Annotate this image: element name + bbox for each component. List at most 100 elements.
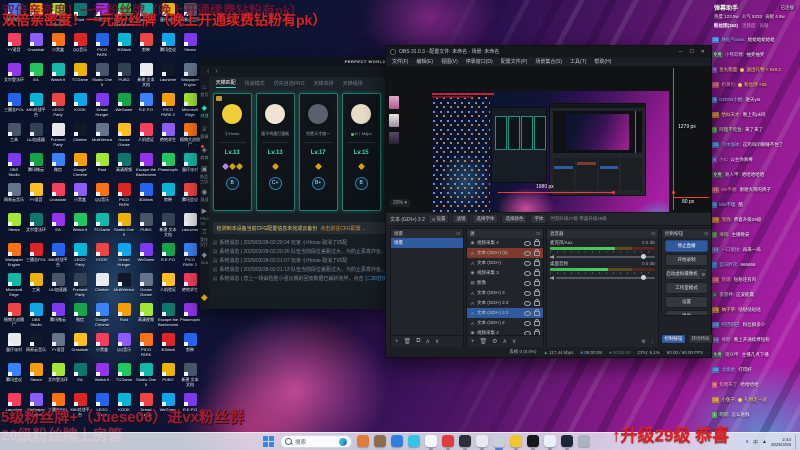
chat-tab[interactable]: 活跃度: [742, 23, 756, 29]
taskbar-app-obs[interactable]: [527, 435, 539, 450]
desktop-icon[interactable]: OBS Studio: [4, 153, 24, 177]
lock-icon[interactable]: [534, 238, 540, 246]
desktop-icon[interactable]: PICO PARK: [114, 183, 134, 207]
nav-back-button[interactable]: ‹: [207, 68, 209, 75]
menu-item[interactable]: 文件(F): [392, 58, 408, 65]
desktop-icon[interactable]: Microsoft Edge: [4, 273, 24, 297]
menu-item[interactable]: 视图(V): [441, 58, 458, 65]
guide-handle-1[interactable]: [612, 191, 615, 194]
player-card[interactable]: M丨Major Lv.15 B: [341, 93, 381, 211]
menu-item[interactable]: 工具(T): [570, 58, 586, 65]
desktop-icon[interactable]: Climber: [92, 273, 112, 297]
desktop-icon[interactable]: Google Chrome: [70, 153, 90, 177]
desktop-icon[interactable]: QQ音乐: [92, 183, 112, 207]
scene-up-button[interactable]: ∧: [425, 338, 429, 345]
remove-source-button[interactable]: 🗑: [480, 338, 488, 345]
menu-item[interactable]: 停靠窗口(D): [466, 58, 493, 65]
desktop-icon[interactable]: Crosshair: [48, 183, 68, 207]
mode-tab[interactable]: 天梯单排: [314, 80, 334, 87]
source-toolbar-button[interactable]: 滤镜: [452, 214, 470, 224]
source-item[interactable]: ▨ 图像: [467, 278, 543, 288]
desktop-icon[interactable]: YY语音: [4, 33, 24, 57]
source-item[interactable]: A 文本 (GDI+): [467, 258, 543, 268]
desktop-icon[interactable]: Steam: [26, 363, 46, 387]
desktop-icon[interactable]: 新建 文本文档: [136, 63, 156, 87]
desktop-icon[interactable]: MultiVersus: [92, 123, 112, 147]
desktop-icon[interactable]: PICO PARK 2: [158, 93, 178, 117]
visibility-eye-icon[interactable]: [524, 300, 531, 306]
desktop-icon[interactable]: Launcher: [180, 213, 200, 237]
source-toolbar-button[interactable]: 字体: [530, 214, 548, 224]
desktop-icon[interactable]: Google Chrome: [92, 303, 112, 327]
lock-icon[interactable]: [534, 298, 540, 306]
visibility-eye-icon[interactable]: [524, 280, 531, 286]
desktop-icon[interactable]: PUBG: [114, 63, 134, 87]
remove-scene-button[interactable]: 🗑: [404, 338, 412, 345]
panel-pin-icon[interactable]: ⊡: [651, 231, 655, 237]
source-toolbar-button[interactable]: 选择颜色: [501, 214, 528, 224]
source-toolbar-button[interactable]: ⚙ 设置: [427, 214, 450, 224]
menu-item[interactable]: 配置文件(P): [501, 58, 528, 65]
taskbar-app-cs2[interactable]: [493, 435, 505, 450]
sidebar-item-赛事[interactable]: ♕ 赛事: [200, 122, 209, 143]
desktop-icon[interactable]: 微信: [48, 153, 68, 177]
volume-slider[interactable]: [550, 275, 655, 280]
desktop-icon[interactable]: LEGO Party: [48, 93, 68, 117]
lock-icon[interactable]: [534, 288, 540, 296]
desktop-icon[interactable]: UU加速器: [48, 273, 68, 297]
desktop-icon[interactable]: 蛋仔派对: [4, 333, 24, 357]
desktop-icon[interactable]: 3DMark: [114, 33, 134, 57]
taskbar-app-bilibili[interactable]: [544, 435, 556, 450]
desktop-icon[interactable]: 新建 文本文档: [180, 363, 200, 387]
desktop-icon[interactable]: PICO PARK: [136, 333, 156, 357]
mode-tab[interactable]: 快速模式: [245, 80, 265, 87]
desktop-icon[interactable]: R.E.P.O: [158, 243, 178, 267]
launcher-titlebar[interactable]: PERFECT WORLD: [200, 57, 390, 66]
lock-icon[interactable]: [534, 258, 540, 266]
desktop-icon[interactable]: PUBG: [158, 363, 178, 387]
desktop-icon[interactable]: 植物大战僵尸: [180, 123, 200, 147]
desktop-icon[interactable]: Crosshair: [70, 333, 90, 357]
taskbar-app-steam[interactable]: [561, 435, 573, 450]
source-item[interactable]: A 文本 (GDI+) (2): [467, 248, 543, 258]
desktop-icon[interactable]: 剪映: [158, 183, 178, 207]
desktop-icon[interactable]: 3DMark: [158, 333, 178, 357]
mixer-settings-icon[interactable]: ⚙: [642, 339, 646, 345]
source-properties-button[interactable]: ⚙: [492, 338, 497, 345]
chat-tab[interactable]: 贡献: [760, 23, 769, 29]
sidebar-item-PRO TV[interactable]: ▶ PRO TV: [200, 206, 209, 227]
visibility-eye-icon[interactable]: [524, 290, 531, 296]
tray-expand-icon[interactable]: ∧: [745, 439, 749, 445]
desktop-icon[interactable]: Steam: [180, 33, 200, 57]
lock-icon[interactable]: [534, 268, 540, 276]
desktop-icon[interactable]: Watch It: [70, 213, 90, 237]
desktop-icon[interactable]: OBS Studio: [26, 303, 46, 327]
control-button-开始录制[interactable]: 开始录制: [665, 254, 708, 266]
desktop-icon[interactable]: EA: [70, 363, 90, 387]
desktop-icon[interactable]: Pummel Party: [70, 273, 90, 297]
close-button[interactable]: ✕: [701, 49, 705, 55]
desktop-icon[interactable]: 腾讯微云: [26, 153, 46, 177]
desktop-icon[interactable]: Climber: [70, 123, 90, 147]
start-button[interactable]: [262, 435, 275, 448]
desktop-icon[interactable]: 腾讯微云: [48, 303, 68, 327]
lock-icon[interactable]: [534, 328, 540, 335]
desktop-icon[interactable]: 小黑盒: [70, 183, 90, 207]
desktop-icon[interactable]: 工具: [26, 273, 46, 297]
desktop-icon[interactable]: Phasmophobia: [180, 303, 200, 327]
slider-knob[interactable]: [641, 275, 647, 280]
desktop-icon[interactable]: 剪映: [136, 33, 156, 57]
chat-tab[interactable]: 粉丝团(162): [714, 23, 738, 29]
desktop-icon[interactable]: Rust: [114, 303, 134, 327]
sidebar-item-饰品工坊[interactable]: ▣ 饰品工坊: [200, 164, 209, 185]
mode-tab[interactable]: 天梯匹配: [215, 79, 236, 88]
vip-diamond-icon[interactable]: ◆: [201, 292, 208, 303]
panel-pin-icon[interactable]: ⊡: [536, 231, 540, 237]
panel-pin-icon[interactable]: ⊡: [704, 231, 708, 237]
desktop-icon[interactable]: 腾讯会议: [4, 363, 24, 387]
desktop-icon[interactable]: QQ音乐: [70, 33, 90, 57]
sidebar-item-竞技大厅[interactable]: ♖ 竞技大厅: [200, 227, 209, 248]
desktop-icon[interactable]: Studio One 5: [114, 213, 134, 237]
taskbar-app-chrome[interactable]: [476, 435, 488, 450]
desktop-icon[interactable]: WeGame: [114, 93, 134, 117]
